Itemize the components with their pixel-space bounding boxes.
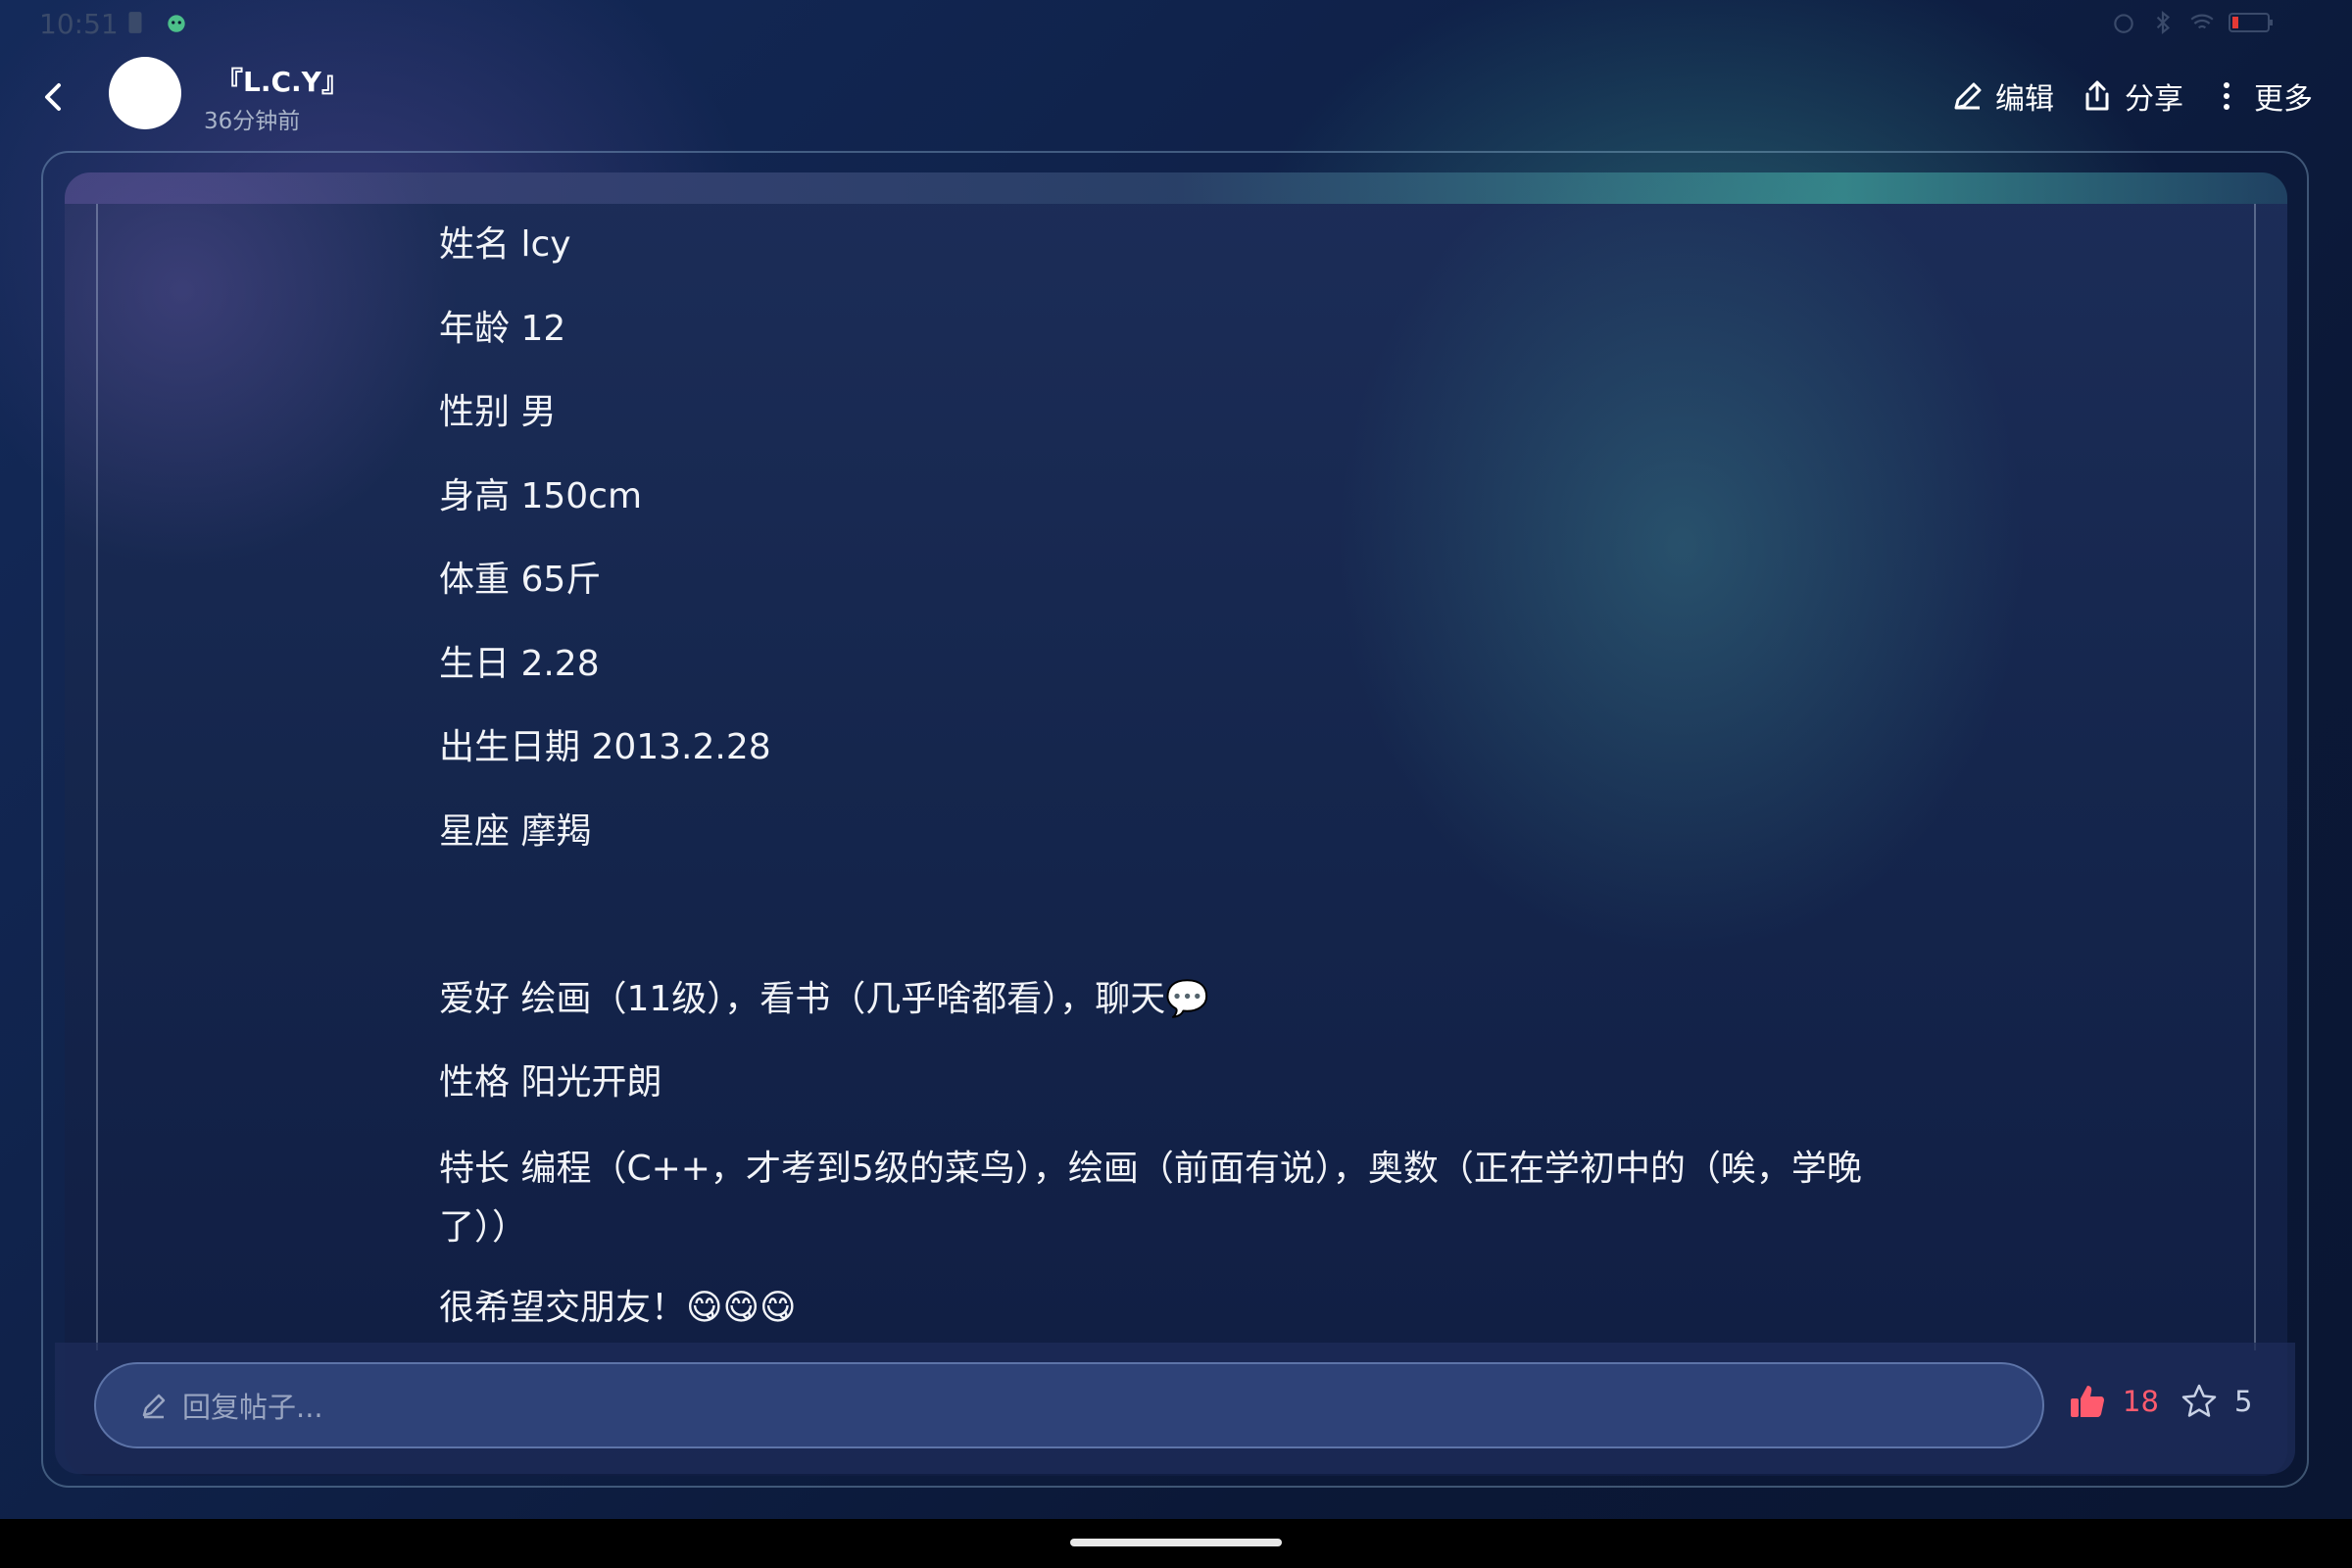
more-button[interactable]: 更多 [2209,74,2313,118]
post-detail-screen: 10:51 『L.C.Y』 36分钟前 编辑 分享 更多 姓名 lcy 年龄 1… [0,0,2352,1568]
like-button[interactable]: 18 [2068,1382,2159,1421]
sim-icon [128,12,142,33]
author-name[interactable]: 『L.C.Y』 [216,61,349,100]
post-line: 性别 男 [439,392,557,432]
edit-label: 编辑 [1995,82,2054,117]
favorite-count: 5 [2234,1385,2253,1418]
reply-input[interactable]: 回复帖子... [94,1362,2044,1448]
post-line: 姓名 lcy [439,224,571,265]
post-line: 年龄 12 [439,308,566,349]
status-time: 10:51 [39,8,119,40]
post-line: 身高 150cm [439,475,643,516]
share-label: 分享 [2125,82,2183,117]
favorite-button[interactable]: 5 [2180,1382,2252,1421]
app-notification-icon [168,15,185,32]
post-time: 36分钟前 [204,109,301,134]
star-icon [2181,1384,2217,1417]
pencil-icon [1954,82,1982,110]
post-line: 性格 阳光开朗 [439,1062,662,1102]
status-bar: 10:51 [0,0,2352,47]
post-header: 『L.C.Y』 36分钟前 编辑 分享 更多 [0,47,2352,145]
battery-icon [2229,13,2273,32]
share-icon [2085,80,2109,111]
header-actions: 编辑 分享 更多 [1950,74,2313,118]
post-line: 特长 编程（C++，才考到5级的菜鸟），绘画（前面有说），奥数（正在学初中的（唉… [439,1148,1862,1248]
post-line: 生日 2.28 [439,643,600,684]
home-indicator[interactable] [1070,1539,1282,1546]
more-vertical-icon [2224,82,2230,110]
reply-placeholder: 回复帖子... [182,1391,323,1424]
post-line: 出生日期 2013.2.28 [439,727,771,767]
alarm-icon [2114,14,2133,33]
post-body: 姓名 lcy 年龄 12 性别 男 身高 150cm 体重 65斤 生日 2.2… [439,218,1909,1364]
wifi-icon [2190,14,2214,29]
edit-button[interactable]: 编辑 [1950,74,2054,118]
thumbs-up-icon [2071,1386,2104,1417]
pencil-icon [142,1394,166,1419]
author-avatar[interactable] [109,57,181,129]
post-line: 体重 65斤 [439,560,602,600]
status-right-icons [2111,10,2274,35]
back-arrow-icon[interactable] [29,73,78,122]
share-button[interactable]: 分享 [2080,74,2183,118]
post-line: 星座 摩羯 [439,810,592,852]
more-label: 更多 [2254,82,2313,117]
post-line-blank [439,888,1909,972]
bluetooth-icon [2156,10,2171,35]
status-left-icons [122,10,189,35]
like-count: 18 [2123,1385,2159,1418]
post-line: 爱好 绘画（11级），看书（几乎啥都看），聊天💬 [439,978,1210,1019]
